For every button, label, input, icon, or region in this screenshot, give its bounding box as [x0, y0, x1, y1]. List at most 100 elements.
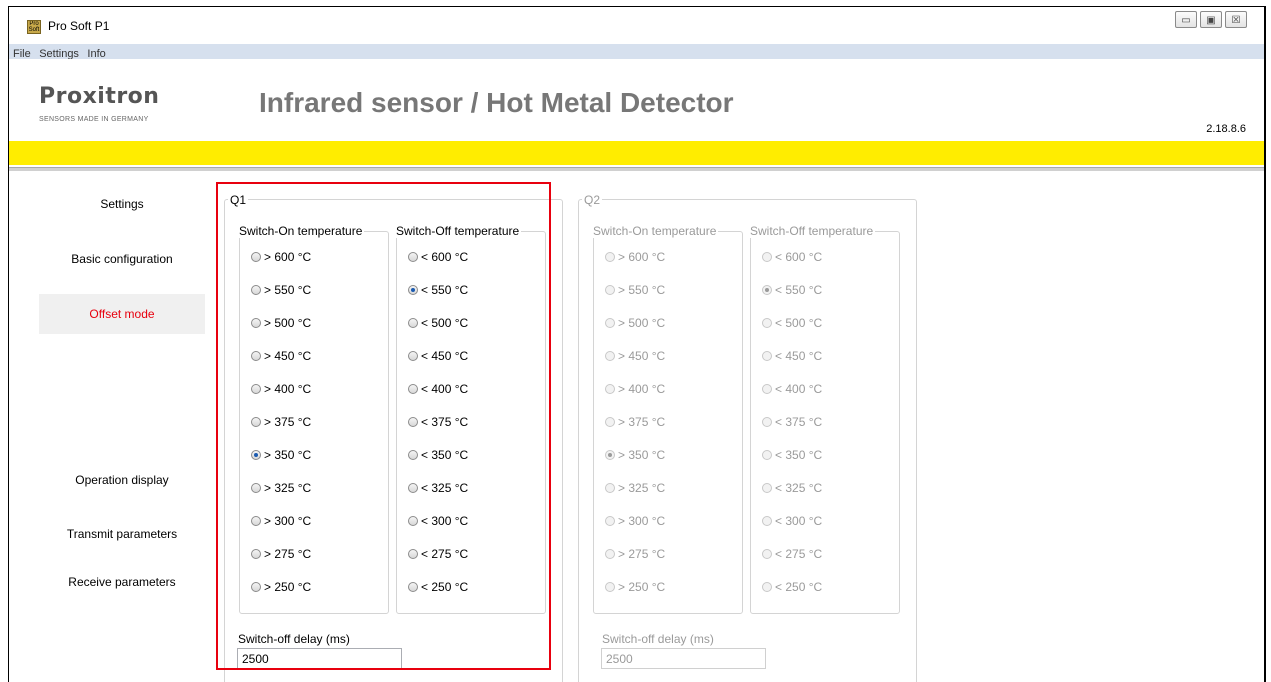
- sidebar-item-operation-display[interactable]: Operation display: [39, 460, 205, 500]
- radio-button-icon[interactable]: [251, 450, 261, 460]
- radio-button-icon[interactable]: [251, 285, 261, 295]
- sidebar-item-receive-parameters[interactable]: Receive parameters: [39, 562, 205, 602]
- q1-switch-on-option[interactable]: > 400 °C: [251, 382, 311, 396]
- q2-switch-off-option[interactable]: < 450 °C: [762, 349, 822, 363]
- q1-switch-off-option[interactable]: < 450 °C: [408, 349, 468, 363]
- q1-switch-off-option[interactable]: < 500 °C: [408, 316, 468, 330]
- radio-button-icon[interactable]: [251, 318, 261, 328]
- q2-switch-on-option[interactable]: > 500 °C: [605, 316, 665, 330]
- radio-button-icon[interactable]: [251, 252, 261, 262]
- radio-button-icon[interactable]: [251, 549, 261, 559]
- q2-switch-on-option[interactable]: > 450 °C: [605, 349, 665, 363]
- radio-button-icon[interactable]: [408, 483, 418, 493]
- radio-button-icon[interactable]: [605, 483, 615, 493]
- q1-switch-off-option[interactable]: < 550 °C: [408, 283, 468, 297]
- q1-switch-off-option[interactable]: < 250 °C: [408, 580, 468, 594]
- radio-button-icon[interactable]: [408, 549, 418, 559]
- radio-button-icon[interactable]: [408, 450, 418, 460]
- radio-button-icon[interactable]: [605, 351, 615, 361]
- q2-switch-on-option[interactable]: > 400 °C: [605, 382, 665, 396]
- q2-switch-on-option[interactable]: > 325 °C: [605, 481, 665, 495]
- q2-switch-on-option[interactable]: > 350 °C: [605, 448, 665, 462]
- radio-button-icon[interactable]: [605, 318, 615, 328]
- q1-switch-on-option[interactable]: > 350 °C: [251, 448, 311, 462]
- q1-switch-on-option[interactable]: > 375 °C: [251, 415, 311, 429]
- q1-switch-on-option[interactable]: > 550 °C: [251, 283, 311, 297]
- q2-switch-on-option[interactable]: > 275 °C: [605, 547, 665, 561]
- q1-switch-on-option[interactable]: > 275 °C: [251, 547, 311, 561]
- q1-switch-on-option[interactable]: > 300 °C: [251, 514, 311, 528]
- radio-button-icon[interactable]: [605, 516, 615, 526]
- q2-switch-off-option[interactable]: < 400 °C: [762, 382, 822, 396]
- q2-switch-off-option[interactable]: < 250 °C: [762, 580, 822, 594]
- radio-button-icon[interactable]: [762, 483, 772, 493]
- q1-switch-off-option[interactable]: < 400 °C: [408, 382, 468, 396]
- radio-button-icon[interactable]: [762, 417, 772, 427]
- radio-button-icon[interactable]: [251, 516, 261, 526]
- radio-button-icon[interactable]: [762, 516, 772, 526]
- q1-switch-off-option[interactable]: < 375 °C: [408, 415, 468, 429]
- q1-switch-on-option[interactable]: > 500 °C: [251, 316, 311, 330]
- title-bar[interactable]: Pro Soft Pro Soft P1 ▭ ▣ ☒: [9, 7, 1264, 43]
- radio-button-icon[interactable]: [762, 351, 772, 361]
- q2-switch-off-option[interactable]: < 600 °C: [762, 250, 822, 264]
- q2-switch-off-option[interactable]: < 275 °C: [762, 547, 822, 561]
- radio-button-icon[interactable]: [762, 384, 772, 394]
- q1-switch-off-option[interactable]: < 350 °C: [408, 448, 468, 462]
- q2-switch-on-option[interactable]: > 250 °C: [605, 580, 665, 594]
- q1-switch-off-option[interactable]: < 275 °C: [408, 547, 468, 561]
- sidebar-item-transmit-parameters[interactable]: Transmit parameters: [39, 514, 205, 554]
- q2-switch-on-option[interactable]: > 375 °C: [605, 415, 665, 429]
- radio-button-icon[interactable]: [762, 450, 772, 460]
- radio-button-icon[interactable]: [251, 483, 261, 493]
- radio-button-icon[interactable]: [605, 549, 615, 559]
- q1-delay-input[interactable]: [237, 648, 402, 669]
- q2-switch-on-option[interactable]: > 550 °C: [605, 283, 665, 297]
- q2-switch-off-option[interactable]: < 500 °C: [762, 316, 822, 330]
- radio-button-icon[interactable]: [762, 252, 772, 262]
- q2-switch-on-option[interactable]: > 300 °C: [605, 514, 665, 528]
- radio-button-icon[interactable]: [408, 351, 418, 361]
- sidebar-item-settings[interactable]: Settings: [39, 184, 205, 224]
- q1-switch-on-option[interactable]: > 600 °C: [251, 250, 311, 264]
- radio-button-icon[interactable]: [408, 252, 418, 262]
- radio-button-icon[interactable]: [605, 417, 615, 427]
- radio-button-icon[interactable]: [762, 285, 772, 295]
- radio-button-icon[interactable]: [762, 318, 772, 328]
- q1-switch-off-option[interactable]: < 300 °C: [408, 514, 468, 528]
- radio-button-icon[interactable]: [605, 384, 615, 394]
- radio-button-icon[interactable]: [605, 450, 615, 460]
- radio-button-icon[interactable]: [408, 516, 418, 526]
- radio-button-icon[interactable]: [408, 582, 418, 592]
- q1-switch-off-option[interactable]: < 600 °C: [408, 250, 468, 264]
- radio-button-icon[interactable]: [251, 351, 261, 361]
- q1-switch-on-option-label: > 350 °C: [264, 448, 312, 462]
- q1-switch-off-option[interactable]: < 325 °C: [408, 481, 468, 495]
- radio-button-icon[interactable]: [251, 384, 261, 394]
- radio-button-icon[interactable]: [251, 417, 261, 427]
- radio-button-icon[interactable]: [408, 417, 418, 427]
- close-icon[interactable]: ☒: [1225, 11, 1247, 28]
- q2-switch-off-option[interactable]: < 300 °C: [762, 514, 822, 528]
- q2-switch-off-option[interactable]: < 325 °C: [762, 481, 822, 495]
- radio-button-icon[interactable]: [408, 384, 418, 394]
- q2-switch-off-option[interactable]: < 350 °C: [762, 448, 822, 462]
- q1-switch-on-option[interactable]: > 250 °C: [251, 580, 311, 594]
- q1-switch-on-option[interactable]: > 325 °C: [251, 481, 311, 495]
- radio-button-icon[interactable]: [605, 252, 615, 262]
- sidebar-item-basic-configuration[interactable]: Basic configuration: [39, 239, 205, 279]
- sidebar-item-offset-mode[interactable]: Offset mode: [39, 294, 205, 334]
- radio-button-icon[interactable]: [408, 318, 418, 328]
- q2-switch-on-option[interactable]: > 600 °C: [605, 250, 665, 264]
- radio-button-icon[interactable]: [762, 582, 772, 592]
- radio-button-icon[interactable]: [605, 285, 615, 295]
- q1-switch-on-option[interactable]: > 450 °C: [251, 349, 311, 363]
- minimize-icon[interactable]: ▭: [1175, 11, 1197, 28]
- q2-switch-off-option[interactable]: < 550 °C: [762, 283, 822, 297]
- radio-button-icon[interactable]: [251, 582, 261, 592]
- radio-button-icon[interactable]: [605, 582, 615, 592]
- radio-button-icon[interactable]: [408, 285, 418, 295]
- q2-switch-off-option[interactable]: < 375 °C: [762, 415, 822, 429]
- radio-button-icon[interactable]: [762, 549, 772, 559]
- restore-icon[interactable]: ▣: [1200, 11, 1222, 28]
